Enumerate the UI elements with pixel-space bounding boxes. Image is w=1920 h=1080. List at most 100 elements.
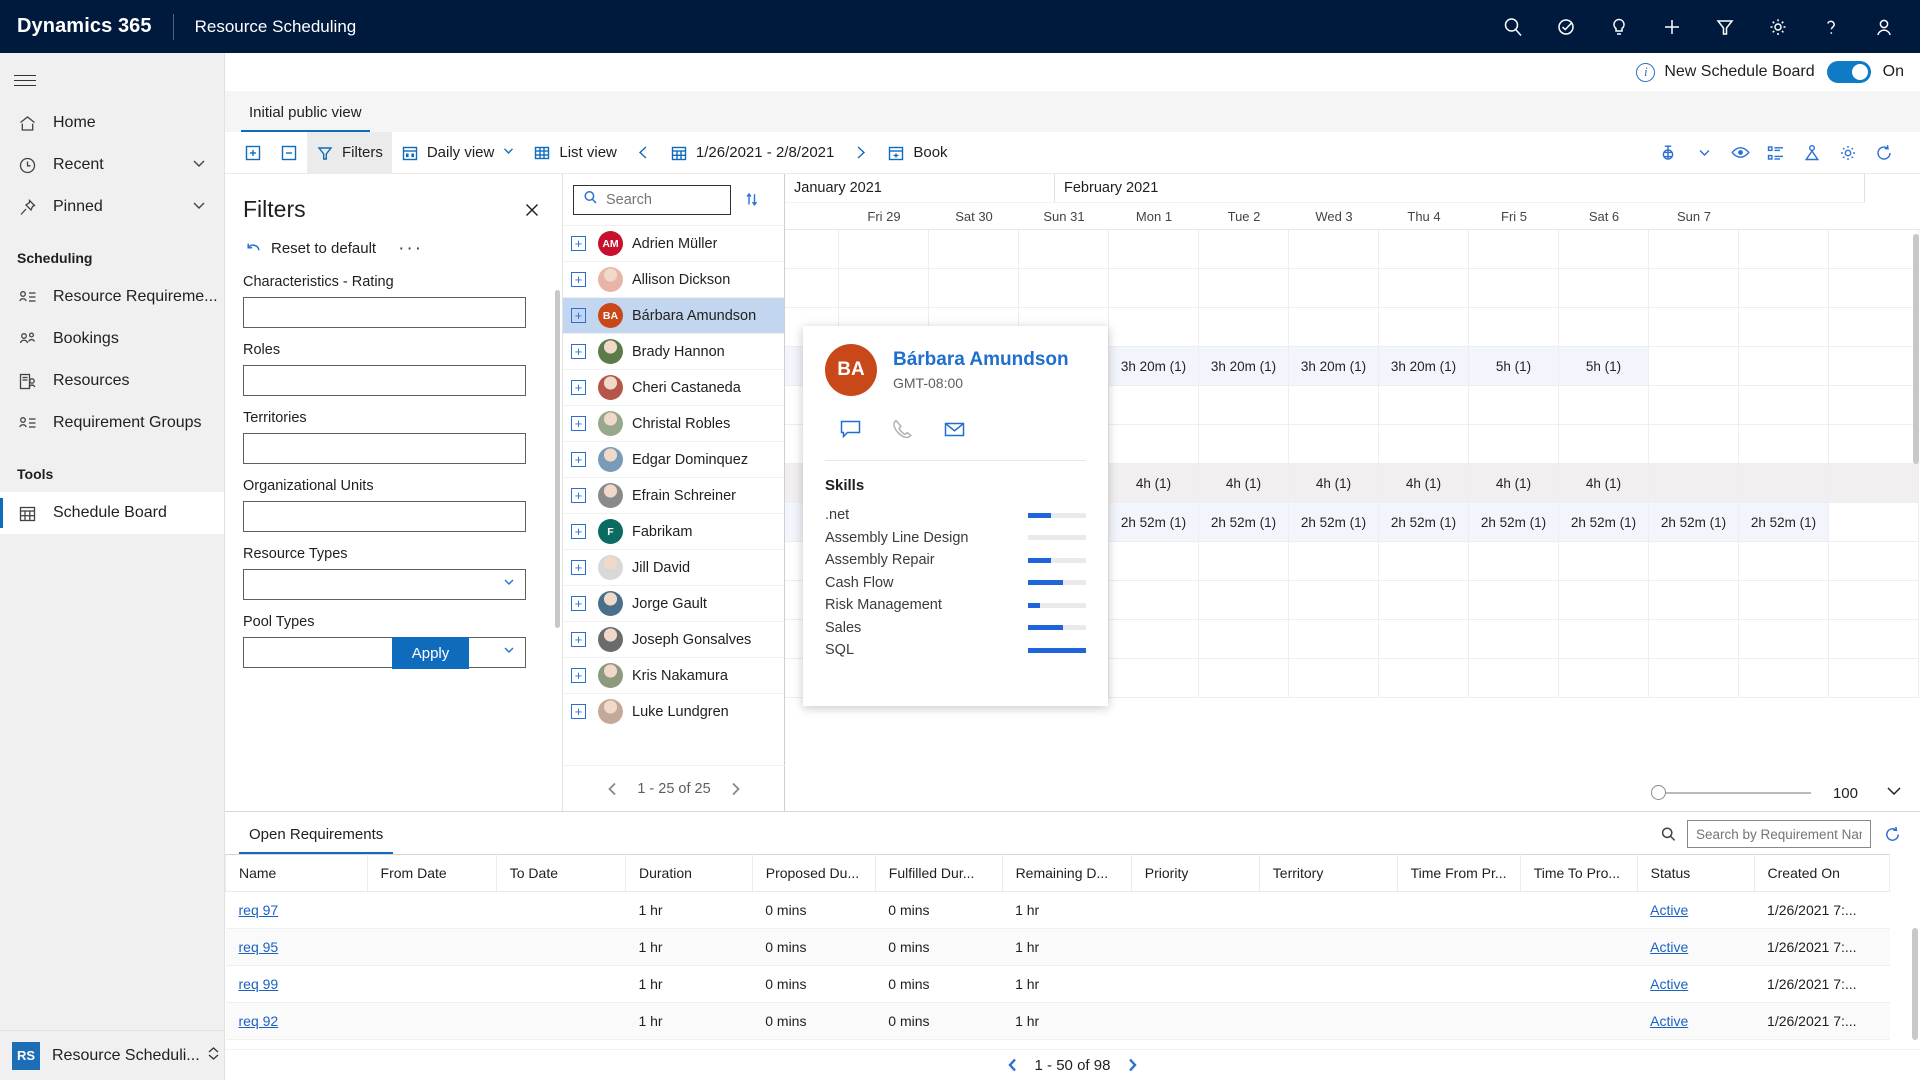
status-link[interactable]: Active xyxy=(1650,976,1688,992)
column-header[interactable]: Duration xyxy=(624,854,753,892)
calendar-cell[interactable] xyxy=(1019,230,1109,269)
apply-button[interactable]: Apply xyxy=(392,637,469,669)
search-input[interactable] xyxy=(606,191,716,208)
resource-row[interactable]: + Jorge Gault xyxy=(563,585,784,621)
calendar-cell[interactable] xyxy=(1829,464,1919,503)
calendar-cell[interactable] xyxy=(1379,269,1469,308)
calendar-cell[interactable]: 2h 52m (1) xyxy=(1199,503,1289,542)
phone-icon[interactable] xyxy=(891,418,915,442)
calendar-cell[interactable] xyxy=(1379,425,1469,464)
calendar-cell[interactable]: 2h 52m (1) xyxy=(1469,503,1559,542)
column-header[interactable]: Created On xyxy=(1753,854,1891,892)
expand-icon[interactable]: + xyxy=(571,704,586,719)
expand-icon[interactable]: + xyxy=(571,236,586,251)
calendar-cell[interactable] xyxy=(1739,230,1829,269)
requirement-search-input[interactable] xyxy=(1687,820,1871,848)
plus-icon[interactable] xyxy=(1645,0,1698,53)
refresh-icon[interactable] xyxy=(1883,825,1902,844)
expand-icon[interactable]: + xyxy=(571,596,586,611)
expand-icon[interactable]: + xyxy=(571,488,586,503)
column-header[interactable]: Time From Pr... xyxy=(1396,854,1521,892)
calendar-cell[interactable] xyxy=(1649,308,1739,347)
calendar-cell[interactable] xyxy=(1649,464,1739,503)
resource-row[interactable]: + F Fabrikam xyxy=(563,513,784,549)
filters-scrollbar[interactable] xyxy=(555,290,560,628)
chevron-down-icon[interactable] xyxy=(191,155,207,176)
calendar-cell[interactable] xyxy=(1739,581,1829,620)
requirement-link[interactable]: req 95 xyxy=(239,939,279,955)
expand-icon[interactable]: + xyxy=(571,272,586,287)
book-button[interactable]: Book xyxy=(878,132,956,174)
calendar-cell[interactable] xyxy=(1649,386,1739,425)
calendar-cell[interactable] xyxy=(1829,581,1919,620)
reset-to-default-button[interactable]: Reset to default xyxy=(245,240,376,257)
calendar-cell[interactable] xyxy=(1829,659,1919,698)
calendar-cell[interactable] xyxy=(1829,620,1919,659)
diagnostics-icon[interactable] xyxy=(1539,0,1592,53)
calendar-cell[interactable] xyxy=(1649,659,1739,698)
calendar-cell[interactable]: 5h (1) xyxy=(1469,347,1559,386)
resource-row[interactable]: + Joseph Gonsalves xyxy=(563,621,784,657)
calendar-cell[interactable] xyxy=(1199,230,1289,269)
info-icon[interactable]: i xyxy=(1636,62,1656,82)
next-page-icon[interactable] xyxy=(1124,1057,1140,1073)
chevron-down-icon[interactable] xyxy=(1884,781,1904,806)
chat-icon[interactable] xyxy=(839,418,863,442)
calendar-cell[interactable] xyxy=(1379,308,1469,347)
filters-more-button[interactable]: ··· xyxy=(398,239,423,258)
calendar-cell[interactable] xyxy=(1199,659,1289,698)
sidebar-item-resources[interactable]: Resources xyxy=(0,360,224,402)
calendar-cell[interactable] xyxy=(1289,308,1379,347)
calendar-cell[interactable] xyxy=(1739,464,1829,503)
resource-name[interactable]: Bárbara Amundson xyxy=(893,349,1069,371)
calendar-cell[interactable] xyxy=(1109,620,1199,659)
calendar-cell[interactable] xyxy=(1559,581,1649,620)
calendar-cell[interactable]: 4h (1) xyxy=(1109,464,1199,503)
chevron-updown-icon[interactable] xyxy=(206,1046,221,1066)
daily-view-button[interactable]: Daily view xyxy=(392,132,525,174)
sidebar-item-bookings[interactable]: Bookings xyxy=(0,318,224,360)
calendar-cell[interactable]: 3h 20m (1) xyxy=(1109,347,1199,386)
chevron-down-icon[interactable] xyxy=(191,197,207,218)
sidebar-item-requirement-groups[interactable]: Requirement Groups xyxy=(0,402,224,444)
map-pin-icon[interactable] xyxy=(1650,132,1686,174)
calendar-cell[interactable] xyxy=(1559,308,1649,347)
calendar-cell[interactable] xyxy=(1109,269,1199,308)
filter-icon[interactable] xyxy=(1698,0,1751,53)
calendar-cell[interactable]: 3h 20m (1) xyxy=(1199,347,1289,386)
sidebar-item-resource-requirements[interactable]: Resource Requireme... xyxy=(0,276,224,318)
calendar-cell[interactable] xyxy=(1379,386,1469,425)
calendar-cell[interactable] xyxy=(1379,620,1469,659)
calendar-cell[interactable]: 2h 52m (1) xyxy=(1109,503,1199,542)
requirement-link[interactable]: req 92 xyxy=(239,1013,279,1029)
resource-row[interactable]: + Christal Robles xyxy=(563,405,784,441)
expand-rows-button[interactable] xyxy=(235,132,271,174)
calendar-cell[interactable] xyxy=(1289,542,1379,581)
calendar-cell[interactable]: 2h 52m (1) xyxy=(1649,503,1739,542)
calendar-cell[interactable] xyxy=(1649,425,1739,464)
zoom-slider[interactable] xyxy=(1650,785,1811,800)
calendar-cell[interactable] xyxy=(1559,620,1649,659)
next-page-icon[interactable] xyxy=(727,781,743,797)
calendar-vscrollbar[interactable] xyxy=(1913,234,1919,464)
close-icon[interactable] xyxy=(520,198,544,222)
calendar-cell[interactable] xyxy=(1199,581,1289,620)
calendar-cell[interactable] xyxy=(839,269,929,308)
calendar-cell[interactable] xyxy=(1559,386,1649,425)
calendar-cell[interactable] xyxy=(1649,230,1739,269)
pool-types-select[interactable] xyxy=(243,637,526,668)
expand-icon[interactable]: + xyxy=(571,344,586,359)
filters-button[interactable]: Filters xyxy=(307,131,392,174)
expand-icon[interactable]: + xyxy=(571,452,586,467)
table-row[interactable]: req 99 1 hr 0 mins 0 mins 1 hr Active 1/26/202… xyxy=(225,965,1890,1003)
prev-page-icon[interactable] xyxy=(1005,1057,1021,1073)
calendar-cell[interactable] xyxy=(1469,581,1559,620)
column-header[interactable]: To Date xyxy=(495,854,626,892)
calendar-cell[interactable] xyxy=(1739,620,1829,659)
table-row[interactable]: req 97 1 hr 0 mins 0 mins 1 hr Active 1/26/202… xyxy=(225,891,1890,929)
calendar-cell[interactable] xyxy=(1199,542,1289,581)
expand-icon[interactable]: + xyxy=(571,524,586,539)
calendar-cell[interactable] xyxy=(1379,659,1469,698)
sidebar-item-recent[interactable]: Recent xyxy=(0,144,224,186)
calendar-cell[interactable] xyxy=(1379,230,1469,269)
